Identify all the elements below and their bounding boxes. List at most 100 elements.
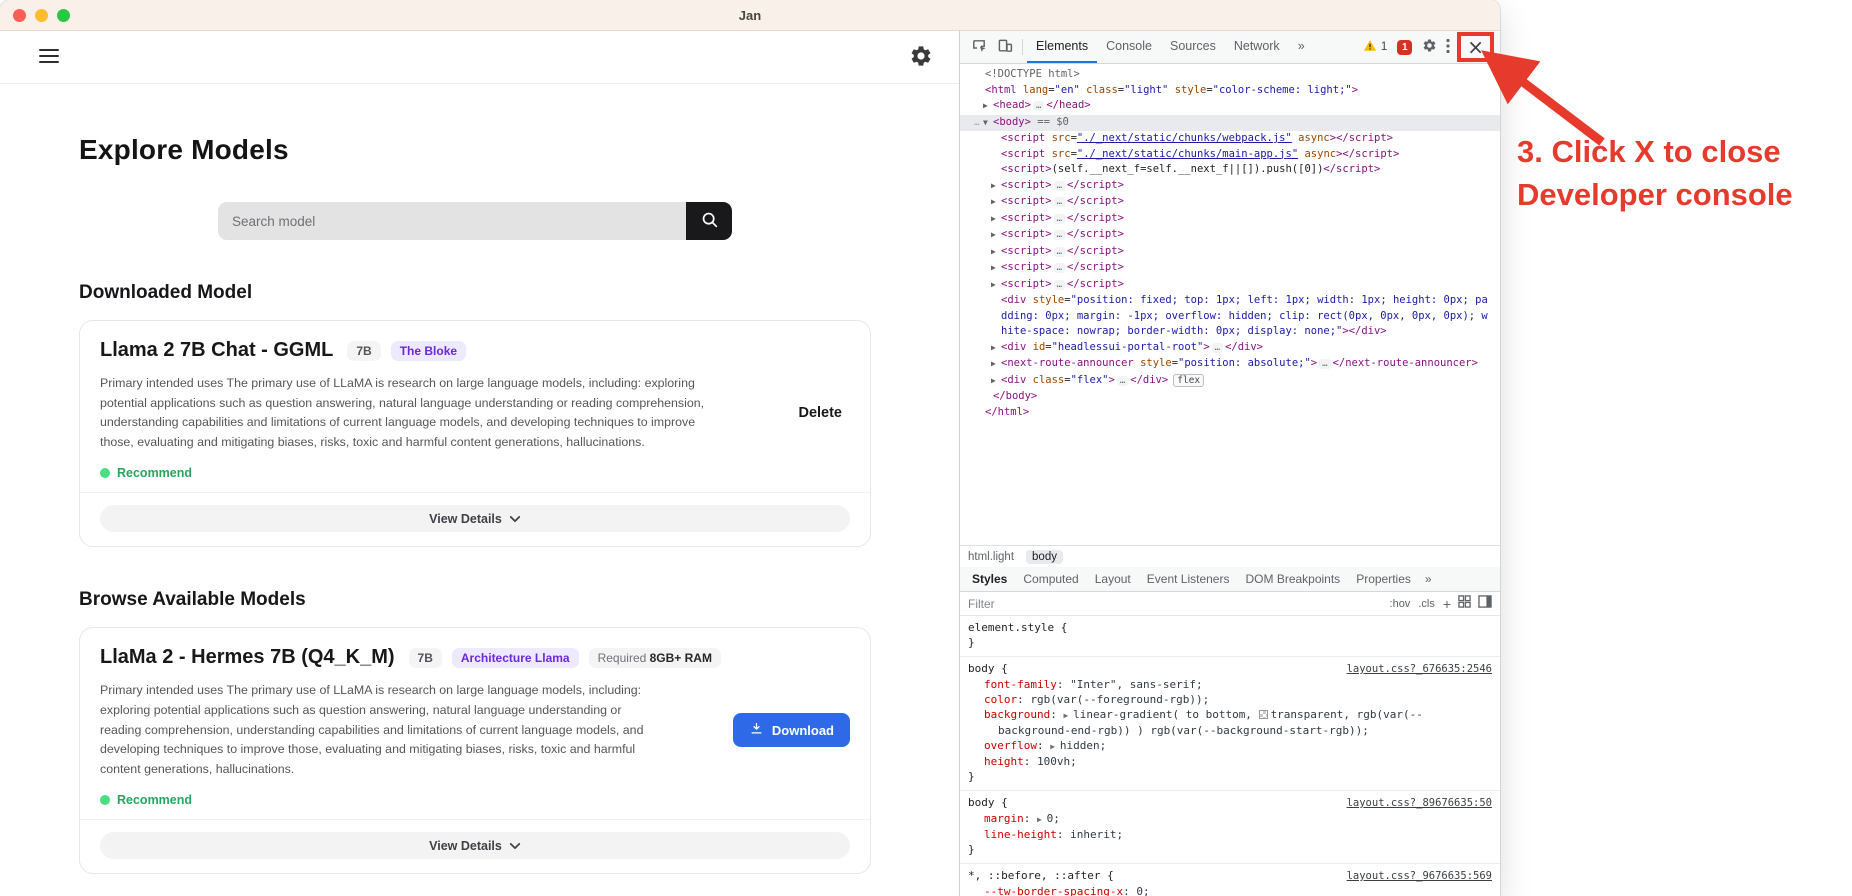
device-toolbar-button[interactable]: [992, 31, 1018, 63]
expand-value-icon[interactable]: ▶: [1050, 742, 1060, 751]
errors-badge[interactable]: 1: [1392, 31, 1417, 63]
css-property[interactable]: color: rgb(var(--foreground-rgb));: [968, 692, 1492, 707]
search-button[interactable]: [686, 202, 732, 240]
settings-button[interactable]: [909, 44, 933, 71]
dom-tree-row[interactable]: ▶<div id="headlessui-portal-root">…</div…: [960, 340, 1500, 357]
styles-filter-input[interactable]: [968, 597, 1383, 611]
css-property[interactable]: margin: ▶ 0;: [968, 811, 1492, 827]
filter-toggle-hov[interactable]: :hov: [1390, 598, 1411, 610]
expand-value-icon[interactable]: ▶: [1037, 815, 1047, 824]
dom-tree-row[interactable]: ▶<script>…</script>: [960, 244, 1500, 261]
sidebar-more-tabs-button[interactable]: »: [1419, 572, 1438, 586]
sidebar-tab-event-listeners[interactable]: Event Listeners: [1139, 572, 1238, 586]
css-property[interactable]: font-family: "Inter", sans-serif;: [968, 677, 1492, 692]
warnings-badge[interactable]: 1: [1358, 31, 1392, 63]
dom-tree-row[interactable]: ▶<next-route-announcer style="position: …: [960, 356, 1500, 373]
dom-tree-row[interactable]: ▶<head>…</head>: [960, 98, 1500, 115]
stylesheet-link[interactable]: layout.css?_676635:2546: [1347, 662, 1492, 677]
dom-tree-row[interactable]: <script src="./_next/static/chunks/webpa…: [960, 131, 1500, 147]
expand-arrow-icon[interactable]: ▶: [991, 260, 1001, 276]
sidebar-tab-layout[interactable]: Layout: [1087, 572, 1139, 586]
expand-arrow-icon[interactable]: ▶: [991, 178, 1001, 194]
expand-arrow-icon[interactable]: ▶: [991, 244, 1001, 260]
view-details-button[interactable]: View Details: [100, 832, 850, 859]
breadcrumb-body[interactable]: body: [1026, 550, 1063, 564]
dom-tree-row[interactable]: ▶<script>…</script>: [960, 277, 1500, 294]
expand-arrow-icon[interactable]: ▶: [991, 211, 1001, 227]
expand-arrow-icon[interactable]: ▶: [983, 98, 993, 114]
dom-tree-row[interactable]: dding: 0px; margin: -1px; overflow: hidd…: [960, 309, 1500, 325]
expand-arrow-icon[interactable]: ▶: [991, 373, 1001, 389]
recommend-label: Recommend: [117, 793, 192, 807]
menu-button[interactable]: [38, 47, 60, 68]
dom-tree-row[interactable]: </body>: [960, 389, 1500, 405]
css-property[interactable]: background: ▶ linear-gradient( to bottom…: [968, 707, 1492, 738]
dom-tree-row[interactable]: hite-space: nowrap; border-width: 0px; d…: [960, 324, 1500, 340]
devtools-menu-button[interactable]: [1442, 31, 1454, 63]
css-property[interactable]: height: 100vh;: [968, 754, 1492, 769]
dom-tree-row[interactable]: </html>: [960, 405, 1500, 421]
model-description: Primary intended uses The primary use of…: [100, 681, 655, 779]
stylesheet-link[interactable]: layout.css?_9676635:569: [1347, 869, 1492, 884]
minimize-window-button[interactable]: [35, 9, 48, 22]
expand-arrow-icon[interactable]: ▶: [991, 277, 1001, 293]
dom-tree-row[interactable]: ▶<script>…</script>: [960, 227, 1500, 244]
dom-tree-row[interactable]: <html lang="en" class="light" style="col…: [960, 83, 1500, 99]
filter-toggle-new-rule[interactable]: +: [1443, 596, 1451, 612]
app-pane: Explore Models Downloaded Model Llama 2 …: [0, 31, 959, 896]
dom-tree-row[interactable]: ▶<script>…</script>: [960, 211, 1500, 228]
more-tabs-button[interactable]: »: [1289, 31, 1314, 63]
chevron-down-icon: [509, 512, 521, 526]
chevron-down-icon: [509, 839, 521, 853]
rule-selector[interactable]: body {: [968, 795, 1008, 810]
recommend-dot-icon: [100, 795, 110, 805]
expand-arrow-icon[interactable]: ▶: [991, 356, 1001, 372]
dom-tree-row[interactable]: <script>(self.__next_f=self.__next_f||[]…: [960, 162, 1500, 178]
devtools-settings-button[interactable]: [1417, 31, 1442, 63]
devtools-close-button[interactable]: ×: [1467, 37, 1484, 57]
sidebar-tab-computed[interactable]: Computed: [1015, 572, 1086, 586]
rule-selector[interactable]: *, ::before, ::after {: [968, 868, 1114, 883]
expand-value-icon[interactable]: ▶: [1063, 711, 1073, 720]
filter-toggle-cls[interactable]: .cls: [1418, 598, 1435, 610]
expand-arrow-icon[interactable]: ▶: [991, 227, 1001, 243]
dom-tree-row[interactable]: ▶<script>…</script>: [960, 194, 1500, 211]
inspect-element-button[interactable]: [966, 31, 992, 63]
dom-tree-row[interactable]: ▶<script>…</script>: [960, 260, 1500, 277]
expand-arrow-icon[interactable]: ▼: [983, 115, 993, 131]
devtools-tab-network[interactable]: Network: [1225, 31, 1289, 63]
dom-tree-row[interactable]: ▶<div class="flex">…</div>flex: [960, 373, 1500, 390]
devtools-tab-console[interactable]: Console: [1097, 31, 1161, 63]
stylesheet-link[interactable]: layout.css?_89676635:50: [1347, 796, 1492, 811]
delete-button[interactable]: Delete: [798, 405, 842, 421]
new-style-rule-icon[interactable]: [1458, 595, 1471, 613]
sidebar-tab-styles[interactable]: Styles: [964, 572, 1015, 586]
dom-tree-row[interactable]: <div style="position: fixed; top: 1px; l…: [960, 293, 1500, 309]
rule-selector[interactable]: element.style {: [968, 620, 1067, 635]
close-window-button[interactable]: [13, 9, 26, 22]
sidebar-layout-icon[interactable]: [1478, 595, 1492, 613]
css-property[interactable]: line-height: inherit;: [968, 827, 1492, 842]
warning-icon: [1363, 39, 1377, 55]
css-property[interactable]: --tw-border-spacing-x: 0;: [968, 884, 1492, 896]
recommend-status: Recommend: [100, 793, 850, 807]
devtools-tab-sources[interactable]: Sources: [1161, 31, 1225, 63]
zoom-window-button[interactable]: [57, 9, 70, 22]
search-input[interactable]: [218, 202, 686, 240]
app-window: Jan Explore Models: [0, 0, 1500, 896]
expand-arrow-icon[interactable]: ▶: [991, 194, 1001, 210]
dom-tree-row[interactable]: <script src="./_next/static/chunks/main-…: [960, 147, 1500, 163]
css-property[interactable]: overflow: ▶ hidden;: [968, 738, 1492, 754]
expand-arrow-icon[interactable]: ▶: [991, 340, 1001, 356]
sidebar-tab-properties[interactable]: Properties: [1348, 572, 1419, 586]
download-button[interactable]: Download: [733, 713, 850, 747]
devtools-tab-elements[interactable]: Elements: [1027, 31, 1097, 63]
card-divider: [80, 819, 870, 820]
breadcrumb-html-light[interactable]: html.light: [968, 551, 1014, 563]
view-details-button[interactable]: View Details: [100, 505, 850, 532]
sidebar-tab-dom-breakpoints[interactable]: DOM Breakpoints: [1237, 572, 1348, 586]
rule-selector[interactable]: body {: [968, 661, 1008, 676]
dom-tree-row[interactable]: …▼<body> == $0: [960, 115, 1500, 132]
dom-tree-row[interactable]: <!DOCTYPE html>: [960, 67, 1500, 83]
dom-tree-row[interactable]: ▶<script>…</script>: [960, 178, 1500, 195]
